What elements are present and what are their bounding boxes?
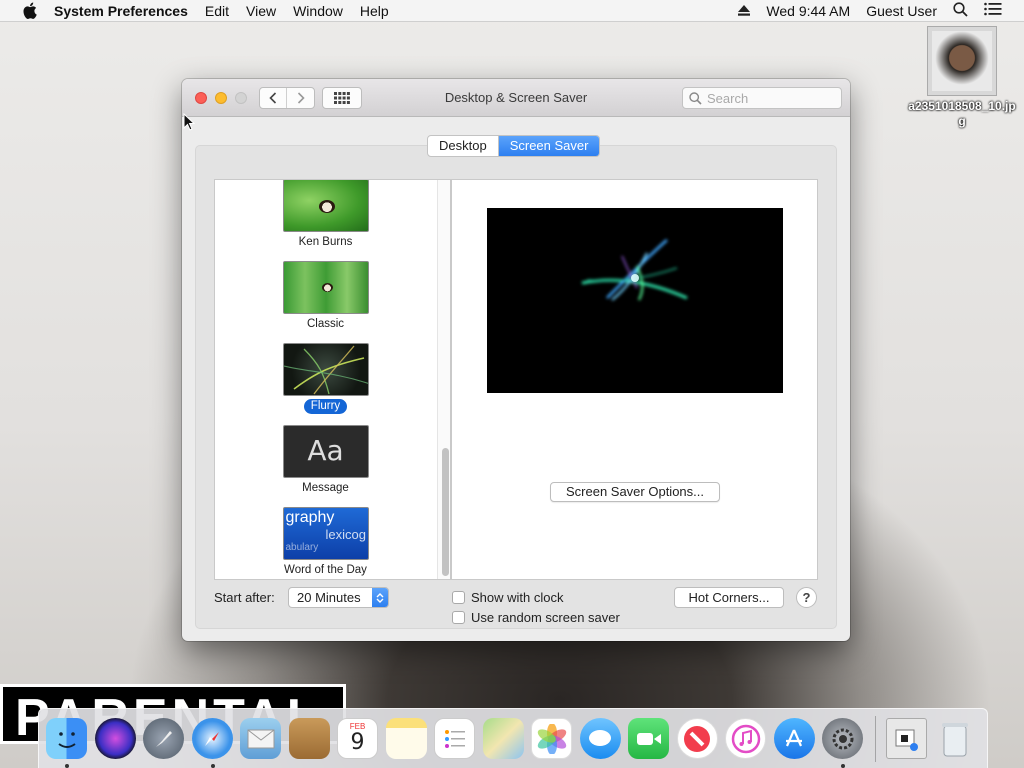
message-thumbnail-text: Aa: [307, 434, 344, 467]
menu-bar: System Preferences Edit View Window Help…: [0, 0, 1024, 22]
show-with-clock-checkbox[interactable]: Show with clock: [452, 590, 563, 605]
file-thumbnail[interactable]: [927, 26, 997, 96]
apple-menu-icon[interactable]: [20, 2, 40, 20]
file-name[interactable]: a2351018508_10.jpg: [907, 99, 1017, 129]
notification-center-icon[interactable]: [984, 2, 1002, 19]
menu-help[interactable]: Help: [360, 3, 389, 19]
safari-icon[interactable]: [191, 718, 233, 768]
calendar-day: 9: [350, 730, 365, 755]
hot-corners-button[interactable]: Hot Corners...: [674, 587, 784, 608]
list-item[interactable]: Classic: [215, 261, 436, 332]
calendar-icon[interactable]: FEB 9: [337, 718, 378, 759]
start-after-select[interactable]: 20 Minutes: [288, 587, 389, 608]
maps-icon[interactable]: [482, 718, 524, 759]
checkbox-label[interactable]: Show with clock: [471, 590, 563, 605]
checkbox-box[interactable]: [452, 591, 465, 604]
message-thumbnail[interactable]: Aa: [282, 425, 369, 478]
menu-edit[interactable]: Edit: [205, 3, 229, 19]
search-field[interactable]: [682, 87, 842, 109]
list-item-label: Word of the Day: [284, 564, 367, 576]
tab-bar: Desktop Screen Saver: [427, 135, 601, 157]
list-item[interactable]: Ken Burns: [215, 180, 436, 250]
user-menu[interactable]: Guest User: [866, 3, 937, 19]
list-item-label: Classic: [306, 318, 345, 330]
list-item[interactable]: Flurry: [215, 343, 436, 414]
trash-icon[interactable]: [934, 718, 975, 759]
siri-icon[interactable]: [94, 718, 136, 759]
checkbox-label[interactable]: Use random screen saver: [471, 610, 620, 625]
system-preferences-icon[interactable]: [822, 718, 863, 768]
notes-icon[interactable]: [385, 718, 427, 759]
search-icon: [689, 91, 702, 105]
menu-view[interactable]: View: [246, 3, 276, 19]
desktop-file[interactable]: a2351018508_10.jpg: [902, 26, 1022, 129]
checkbox-box[interactable]: [452, 611, 465, 624]
list-scrollbar[interactable]: [437, 180, 450, 579]
facetime-icon[interactable]: [628, 718, 669, 759]
flurry-preview-graphic: [581, 239, 688, 301]
messages-icon[interactable]: [579, 718, 621, 759]
screen-saver-preview: [487, 208, 783, 393]
eject-icon[interactable]: [738, 3, 751, 19]
list-item[interactable]: Aa Message: [215, 425, 436, 496]
preferences-window: Desktop & Screen Saver Desktop Screen Sa…: [182, 79, 850, 641]
start-after-value: 20 Minutes: [297, 590, 361, 605]
dock-separator: [874, 715, 876, 762]
stepper-arrows-icon[interactable]: [372, 588, 388, 607]
launchpad-icon[interactable]: [143, 718, 184, 759]
app-store-icon[interactable]: [773, 718, 815, 759]
preview-area: Screen Saver Options...: [451, 179, 818, 580]
menu-window[interactable]: Window: [293, 3, 343, 19]
list-item[interactable]: graphy lexicog abulary Word of the Day: [215, 507, 436, 578]
reminders-icon[interactable]: [434, 718, 475, 759]
tab-desktop[interactable]: Desktop: [428, 136, 499, 156]
flurry-thumbnail[interactable]: [282, 343, 369, 396]
itunes-icon[interactable]: [725, 718, 766, 759]
random-screen-saver-checkbox[interactable]: Use random screen saver: [452, 610, 620, 625]
word-thumb-text-3: abulary: [285, 542, 319, 553]
menu-app-name[interactable]: System Preferences: [54, 3, 188, 19]
contacts-icon[interactable]: [288, 718, 330, 759]
clock[interactable]: Wed 9:44 AM: [766, 3, 850, 19]
classic-thumbnail[interactable]: [282, 261, 369, 314]
list-item-label: Message: [302, 482, 349, 494]
word-of-the-day-thumbnail[interactable]: graphy lexicog abulary: [282, 507, 369, 560]
downloads-stack-icon[interactable]: [885, 718, 927, 759]
word-thumb-text-2: lexicog: [325, 527, 366, 542]
finder-icon[interactable]: [46, 718, 87, 768]
screen-saver-options-button[interactable]: Screen Saver Options...: [550, 482, 720, 502]
tab-screen-saver[interactable]: Screen Saver: [498, 136, 600, 156]
mouse-cursor-icon: [183, 113, 195, 131]
spotlight-icon[interactable]: [953, 1, 968, 20]
list-item-label-selected: Flurry: [303, 399, 348, 414]
title-bar[interactable]: Desktop & Screen Saver: [182, 79, 850, 117]
ken-burns-thumbnail[interactable]: [282, 180, 369, 232]
screen-saver-list[interactable]: Ken Burns Classic Flurry Aa Message grap…: [214, 179, 451, 580]
list-item-label: Ken Burns: [298, 236, 353, 248]
start-after-label: Start after:: [214, 590, 275, 605]
dock: FEB 9: [38, 708, 988, 768]
help-button[interactable]: ?: [796, 587, 817, 608]
scrollbar-thumb[interactable]: [442, 448, 449, 576]
photos-icon[interactable]: [531, 718, 572, 759]
search-input[interactable]: [707, 90, 817, 106]
news-icon[interactable]: [676, 718, 718, 759]
word-thumb-text-1: graphy: [285, 509, 335, 526]
mail-icon[interactable]: [240, 718, 281, 759]
